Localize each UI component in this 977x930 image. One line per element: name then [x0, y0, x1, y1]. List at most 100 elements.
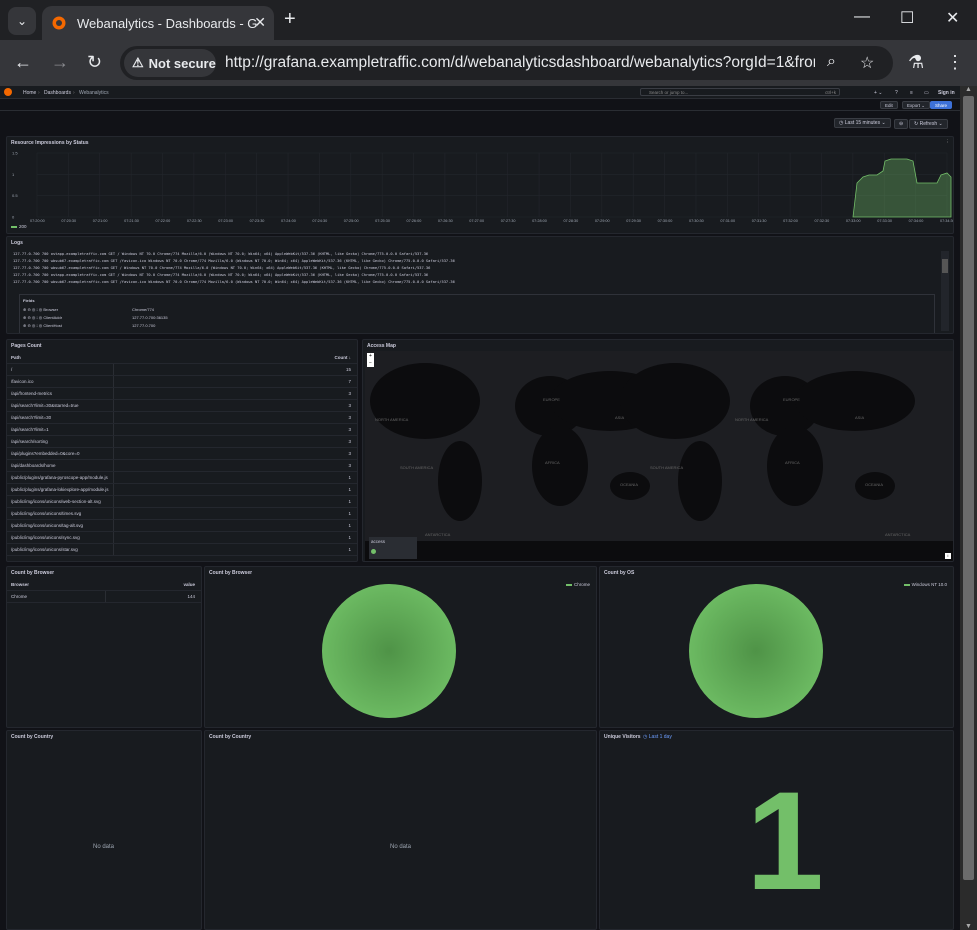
x-tick-label: 07:32:30	[814, 219, 829, 223]
x-tick-label: 07:29:30	[626, 219, 641, 223]
page-scrollbar[interactable]: ▲ ▼	[960, 86, 977, 930]
table-row: /api/search?limit=30&starred=true 3	[7, 400, 357, 412]
tab-title: Webanalytics - Dashboards - Grafana	[77, 15, 257, 31]
url-text[interactable]: http://grafana.exampletraffic.com/d/weba…	[225, 54, 815, 72]
export-label: Export	[907, 103, 921, 108]
site-info-button[interactable]: ⚠ Not secure	[124, 49, 216, 77]
col-browser-header[interactable]: Browser	[11, 582, 111, 587]
zoom-icon[interactable]: ⌕	[827, 53, 836, 71]
labs-flask-icon[interactable]: ⚗	[908, 52, 924, 73]
pie-slice-chrome[interactable]	[322, 584, 456, 718]
log-line[interactable]: 127.77.0.700 700 ostapp.exampletraffic.c…	[13, 273, 428, 277]
map-attribution-icon[interactable]: i	[945, 553, 951, 559]
count-cell: 1	[348, 487, 351, 492]
tab-close-icon[interactable]: ✕	[254, 14, 266, 31]
new-tab-button[interactable]: +	[284, 8, 296, 31]
browser-menu-icon[interactable]: ⋮	[946, 52, 964, 73]
time-picker[interactable]: ◷ Last 15 minutes ⌄	[834, 118, 891, 129]
field-row[interactable]: ⊕ ⊖ ◎ ⁞ ◎ ClientHost 127.77.0.700	[23, 323, 155, 328]
path-cell: /public/plugins/grafana-lokiexplore-app/…	[11, 487, 109, 492]
address-bar[interactable]: ⚠ Not secure http://grafana.exampletraff…	[120, 46, 893, 80]
refresh-button[interactable]: ↻ Refresh ⌄	[909, 119, 948, 129]
continent-label: AFRICA	[785, 460, 800, 465]
map-zoom-out-button[interactable]: −	[367, 360, 374, 367]
panel-country-1: Count by Country No data	[6, 730, 202, 930]
map-zoom-in-button[interactable]: +	[367, 353, 374, 360]
sign-in-link[interactable]: Sign in	[938, 90, 955, 96]
browser-toolbar: ← → ↻ ⚠ Not secure http://grafana.exampl…	[0, 40, 977, 86]
continent-label: NORTH AMERICA	[375, 417, 409, 422]
log-line[interactable]: 127.77.0.700 700 wbsub67.exampletraffic.…	[13, 259, 455, 263]
table-row: /api/search/sorting 3	[7, 436, 357, 448]
continent-label: EUROPE	[783, 397, 800, 402]
field-name: Browser	[43, 307, 59, 312]
panel-pages-count: Pages Count Path Count ↓ / 15/favicon.ico…	[6, 339, 358, 562]
map-legend-dot	[371, 549, 376, 554]
world-map[interactable]: NORTH AMERICA ASIA EUROPE AFRICA SOUTH AMERI…	[365, 351, 953, 561]
logs-scrollbar[interactable]	[941, 251, 949, 331]
table-row: /public/img/icons/unicons/times.svg 1	[7, 508, 357, 520]
land-shape	[620, 363, 730, 439]
legend-200[interactable]: 200	[11, 224, 27, 229]
no-data-message: No data	[93, 844, 115, 850]
breadcrumb-dashboards[interactable]: Dashboards	[44, 90, 71, 96]
help-icon[interactable]: ?	[895, 90, 898, 96]
plus-icon[interactable]: + ⌄	[874, 90, 883, 96]
scroll-up-icon[interactable]: ▲	[965, 86, 972, 93]
maximize-icon[interactable]: ☐	[900, 8, 914, 28]
back-icon[interactable]: ←	[14, 52, 32, 73]
export-button[interactable]: Export ⌄	[902, 101, 931, 109]
breadcrumb-current: Webanalytics	[79, 90, 109, 96]
pie-slice-windows[interactable]	[689, 584, 823, 718]
col-count-header[interactable]: Count ↓	[334, 355, 351, 360]
stat-value: 1	[746, 762, 824, 919]
continent-label: SOUTH AMERICA	[650, 465, 683, 470]
cell-divider	[113, 400, 114, 411]
logs-scroll-thumb[interactable]	[942, 259, 948, 273]
x-tick-label: 07:32:00	[783, 219, 798, 223]
scroll-down-icon[interactable]: ▼	[965, 923, 972, 930]
land-shape	[365, 541, 953, 561]
land-shape	[438, 441, 482, 521]
forward-icon[interactable]: →	[51, 52, 69, 73]
no-data-message: No data	[390, 844, 412, 850]
tab-search-chevron-icon[interactable]: ⌄	[8, 7, 36, 35]
count-cell: 1	[348, 499, 351, 504]
map-zoom-controls: + −	[367, 353, 374, 367]
log-details: Fields ⊕ ⊖ ◎ ⁞ ◎ Browser Chrome/774 ⊕ ⊖ ◎…	[19, 294, 935, 333]
news-icon[interactable]: ≡	[910, 90, 913, 96]
log-line[interactable]: 127.77.0.700 700 wbsub67.exampletraffic.…	[13, 280, 455, 284]
time-range-button[interactable]: ◷ Last 15 minutes ⌄	[834, 118, 891, 128]
browser-tab[interactable]: Webanalytics - Dashboards - Grafana ✕	[42, 6, 274, 40]
time-range-label: Last 15 minutes	[844, 120, 881, 126]
browser-cell: Chrome	[11, 594, 28, 599]
share-button[interactable]: Share	[930, 101, 953, 109]
field-row[interactable]: ⊕ ⊖ ◎ ⁞ ◎ ClientAddr 127.77.0.700:36135	[23, 315, 168, 320]
minimize-icon[interactable]: —	[854, 8, 870, 26]
kiosk-icon[interactable]: ▭	[924, 90, 929, 96]
path-cell: /public/img/icons/unicons/web-section-al…	[11, 499, 101, 504]
zoom-out-time-button[interactable]: ⊖	[894, 119, 909, 129]
cell-divider	[113, 520, 114, 531]
col-value-header[interactable]: value	[183, 582, 195, 587]
time-override: ◷ Last 1 day	[643, 734, 672, 740]
path-cell: /api/search/sorting	[11, 439, 48, 444]
x-tick-label: 07:34:00	[909, 219, 924, 223]
count-cell: 3	[348, 391, 351, 396]
series-200-area[interactable]	[852, 158, 952, 218]
reload-icon[interactable]: ↻	[87, 52, 102, 73]
bookmark-star-icon[interactable]: ☆	[860, 53, 874, 73]
field-row[interactable]: ⊕ ⊖ ◎ ⁞ ◎ Browser Chrome/774	[23, 307, 154, 312]
search-input[interactable]: Search or jump to... ctrl+k	[640, 88, 840, 96]
log-line[interactable]: 127.77.0.700 700 wbsub67.exampletraffic.…	[13, 266, 430, 270]
grafana-home-icon[interactable]	[4, 88, 12, 96]
breadcrumb-home[interactable]: Home	[23, 90, 36, 96]
path-cell: /api/plugins?embedded=0&core=0	[11, 451, 80, 456]
edit-button[interactable]: Edit	[880, 101, 898, 109]
window-close-icon[interactable]: ✕	[946, 8, 959, 28]
path-cell: /api/search?limit=30&starred=true	[11, 403, 79, 408]
field-value: Chrome/774	[132, 307, 155, 312]
col-path-header[interactable]: Path	[11, 355, 111, 360]
page-scroll-thumb[interactable]	[963, 96, 974, 880]
log-line[interactable]: 127.77.0.700 700 ostapp.exampletraffic.c…	[13, 252, 428, 256]
